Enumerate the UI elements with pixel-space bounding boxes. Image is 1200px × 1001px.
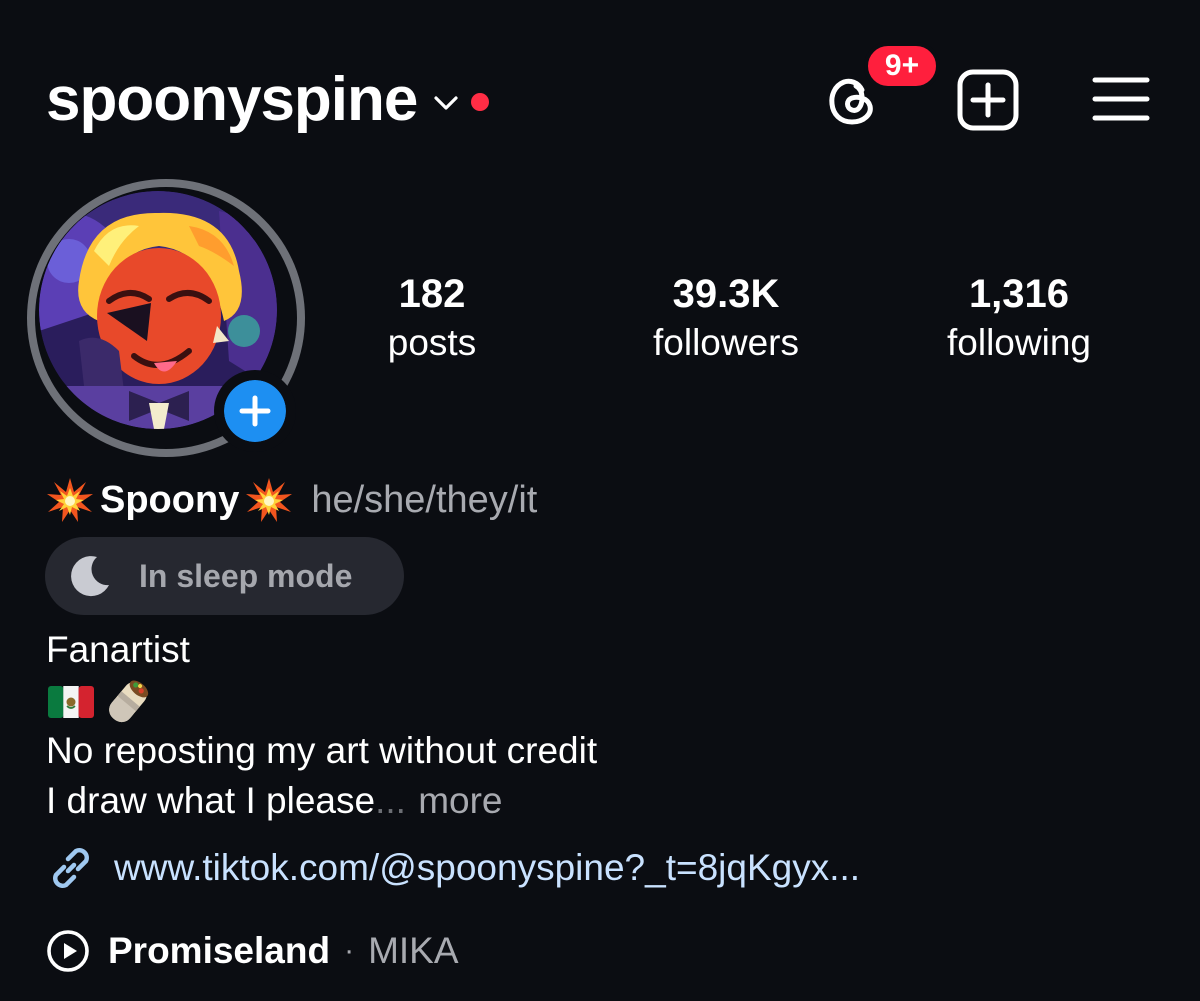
profile-music[interactable]: Promiseland · MIKA <box>46 922 459 980</box>
chevron-down-icon[interactable] <box>433 93 459 113</box>
posts-value: 182 <box>398 272 466 316</box>
bio-emoji-row <box>48 677 154 727</box>
following-value: 1,316 <box>968 272 1070 316</box>
add-story-button[interactable] <box>214 370 296 452</box>
collision-emoji-icon <box>246 478 293 522</box>
profile-screen: spoonyspine 9+ 182 posts 39.3K followers… <box>0 0 1200 1001</box>
posts-label: posts <box>387 322 477 363</box>
username[interactable]: spoonyspine <box>46 62 418 138</box>
plus-square-icon[interactable] <box>956 68 1020 132</box>
pronouns: he/she/they/it <box>311 478 538 521</box>
unread-dot <box>471 93 490 111</box>
bio-text: I draw what I please <box>46 780 376 821</box>
notification-badge[interactable]: 9+ <box>864 42 940 90</box>
profile-link[interactable]: www.tiktok.com/@spoonyspine?_t=8jqKgyx..… <box>46 840 860 896</box>
posts-count[interactable]: 182 posts <box>350 270 514 368</box>
burrito-emoji-icon <box>109 680 149 723</box>
bio-line-truncated: I draw what I please... more <box>46 776 503 826</box>
status-note[interactable]: In sleep mode <box>45 537 404 615</box>
collision-emoji-icon <box>47 478 93 522</box>
account-switcher[interactable]: spoonyspine <box>46 62 490 138</box>
status-label: In sleep mode <box>139 557 353 594</box>
followers-label: followers <box>653 322 799 363</box>
song-title: Promiseland <box>108 930 331 971</box>
link-url[interactable]: www.tiktok.com/@spoonyspine?_t=8jqKgyx..… <box>114 847 860 889</box>
profile-header: spoonyspine 9+ <box>0 0 1200 180</box>
plus-icon[interactable] <box>224 380 286 442</box>
separator: · <box>344 934 355 967</box>
moon-icon <box>71 556 109 597</box>
followers-count[interactable]: 39.3K followers <box>620 270 832 368</box>
song-artist: MIKA <box>368 930 459 971</box>
followers-value: 39.3K <box>672 272 780 316</box>
display-name: Spoony <box>100 478 240 521</box>
play-icon[interactable] <box>46 929 90 973</box>
more-button[interactable]: more <box>418 780 502 821</box>
bio-line: Fanartist <box>46 629 190 670</box>
bio-ellipsis: ... <box>375 780 406 821</box>
link-icon <box>53 848 89 888</box>
hamburger-menu-icon[interactable] <box>1092 74 1150 124</box>
bio-line: No reposting my art without credit <box>46 730 598 771</box>
name-line: Spoony he/she/they/it <box>46 472 537 528</box>
following-count[interactable]: 1,316 following <box>918 270 1120 368</box>
following-label: following <box>947 322 1091 363</box>
mexico-flag-emoji-icon <box>48 686 94 718</box>
